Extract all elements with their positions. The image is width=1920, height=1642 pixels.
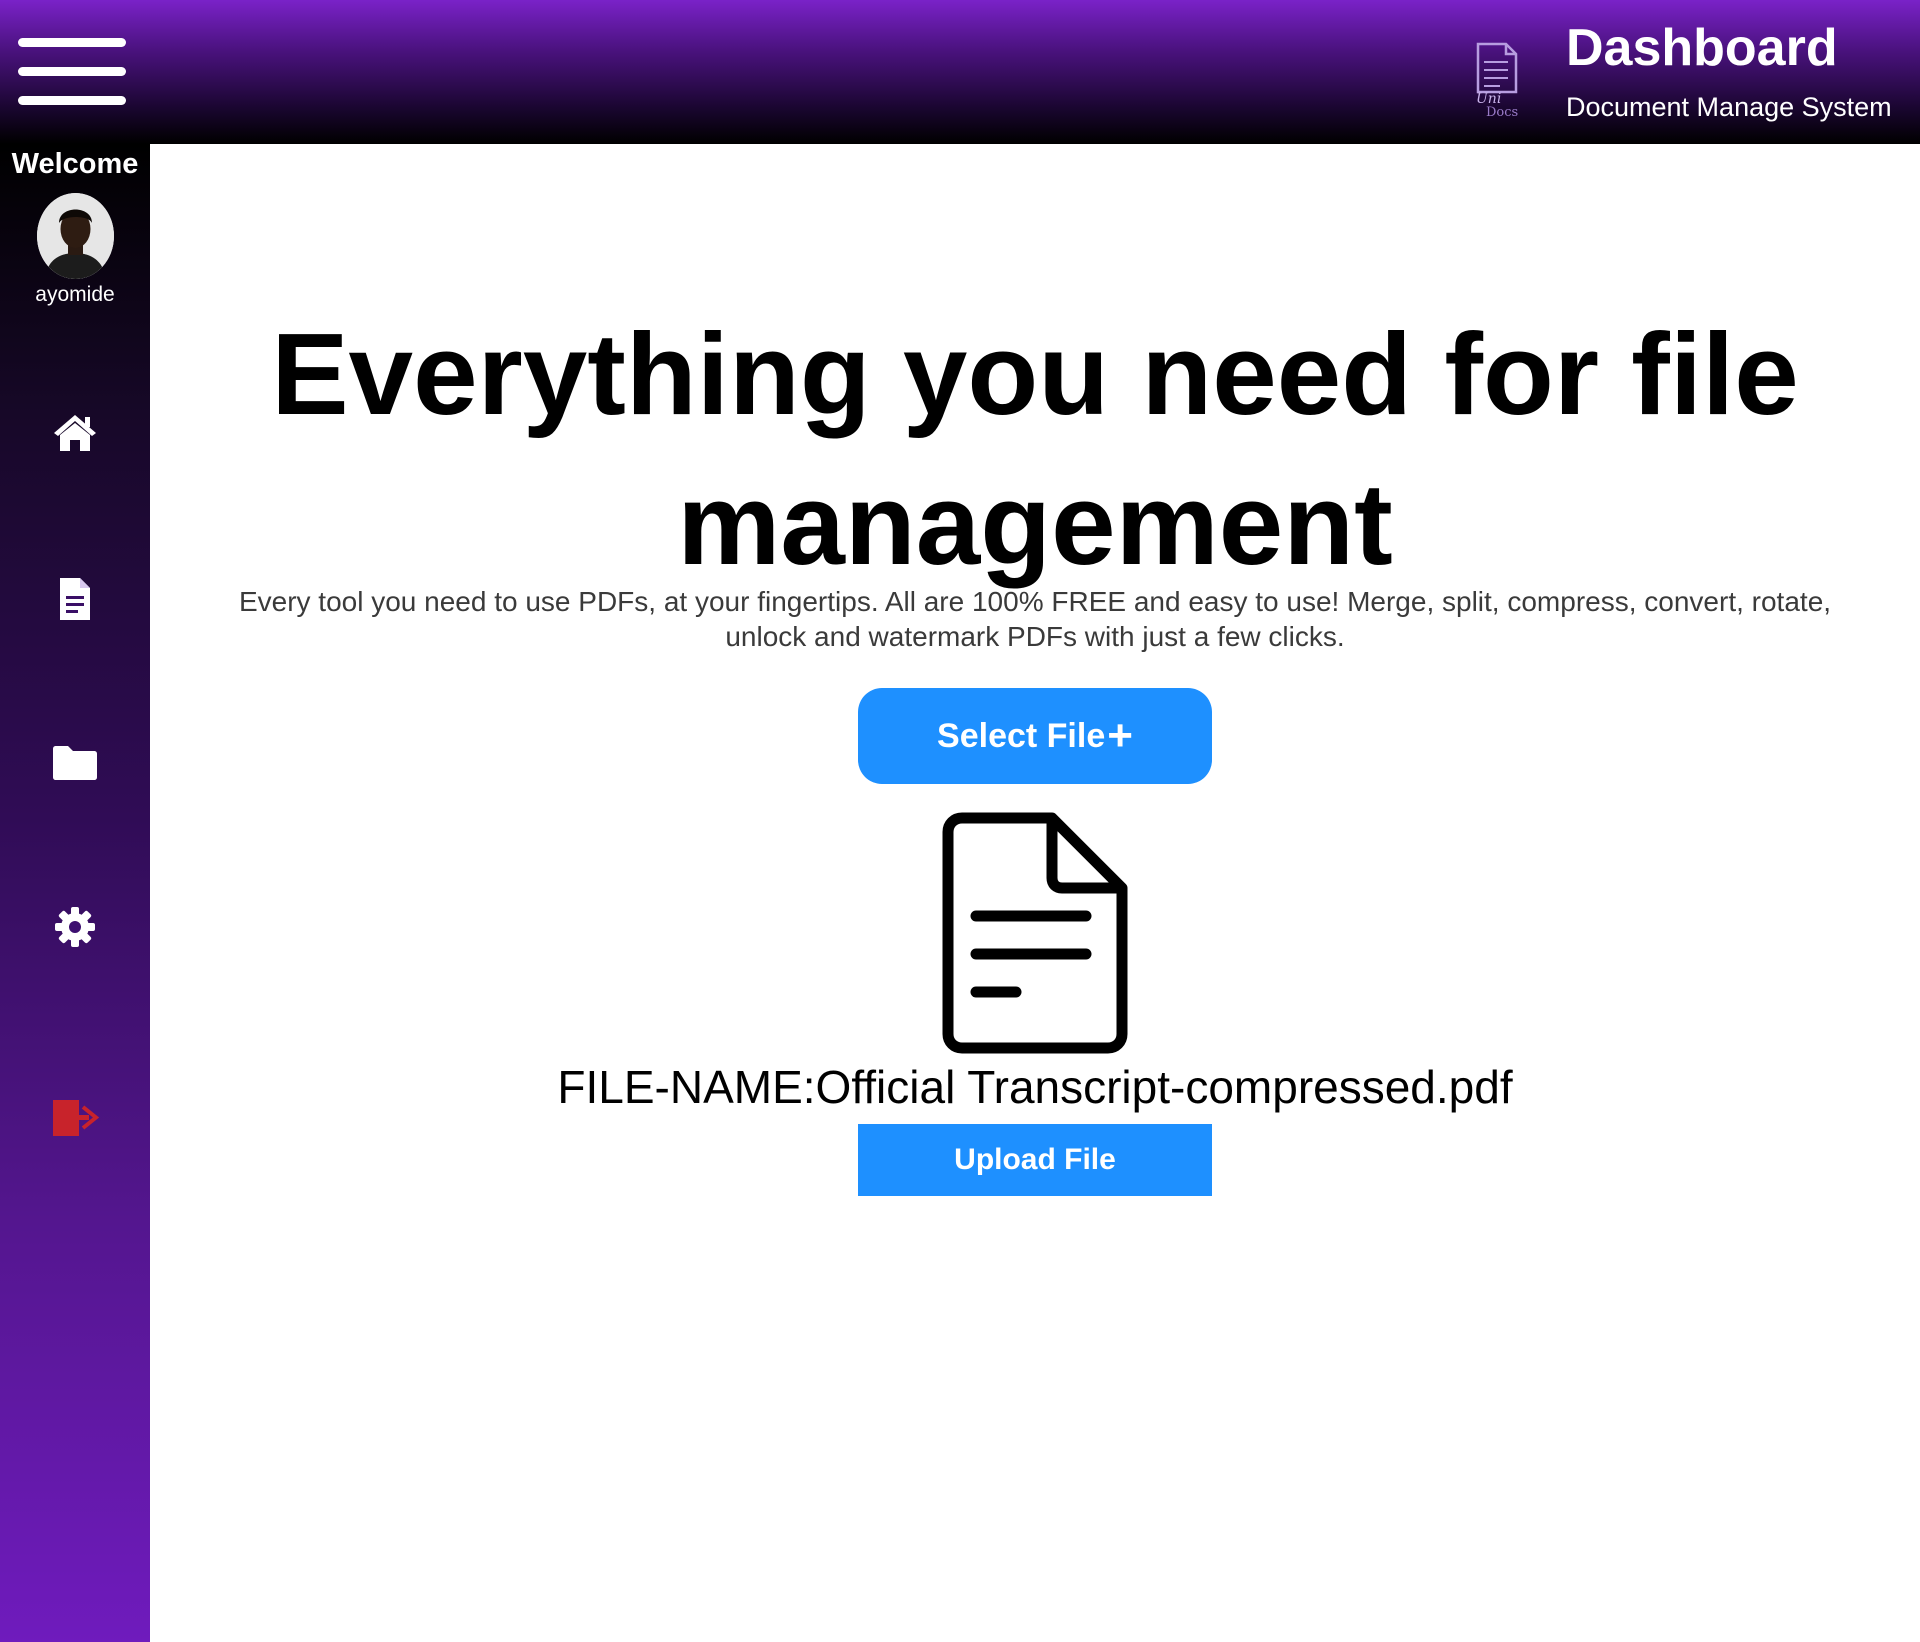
select-file-button[interactable]: Select File +	[858, 688, 1212, 784]
folder-icon	[53, 746, 97, 780]
top-bar: Uni Docs Dashboard Document Manage Syste…	[0, 0, 1920, 144]
file-document-icon	[942, 812, 1128, 1054]
upload-file-button[interactable]: Upload File	[858, 1124, 1212, 1196]
logo-text-bottom: Docs	[1486, 105, 1519, 120]
logout-icon	[53, 1100, 99, 1136]
main-content: Everything you need for file management …	[150, 144, 1920, 1642]
sidebar-item-home[interactable]	[0, 398, 150, 468]
hamburger-line	[18, 38, 126, 47]
welcome-label: Welcome	[11, 148, 139, 180]
sidebar-item-settings[interactable]	[0, 892, 150, 962]
hamburger-menu-icon[interactable]	[18, 38, 126, 106]
page-title: Dashboard	[1566, 19, 1838, 77]
select-file-label: Select File	[937, 716, 1106, 755]
hero-headline: Everything you need for file management	[271, 309, 1799, 589]
avatar-image	[37, 193, 114, 279]
logo-text: Uni Docs	[1476, 92, 1518, 120]
avatar[interactable]	[37, 193, 114, 279]
hamburger-line	[18, 67, 126, 76]
sidebar-item-logout[interactable]	[0, 1083, 150, 1153]
home-icon	[54, 415, 96, 451]
hero-tagline: Every tool you need to use PDFs, at your…	[238, 586, 1832, 652]
selected-file-name: FILE-NAME:Official Transcript-compressed…	[557, 1061, 1513, 1113]
plus-icon: +	[1107, 711, 1133, 760]
username-label: ayomide	[35, 283, 115, 306]
sidebar-item-documents[interactable]	[0, 564, 150, 634]
gear-icon	[55, 907, 95, 947]
document-icon	[60, 578, 90, 620]
page-subtitle: Document Manage System	[1566, 92, 1892, 122]
sidebar-item-folders[interactable]	[0, 728, 150, 798]
hamburger-line	[18, 96, 126, 105]
